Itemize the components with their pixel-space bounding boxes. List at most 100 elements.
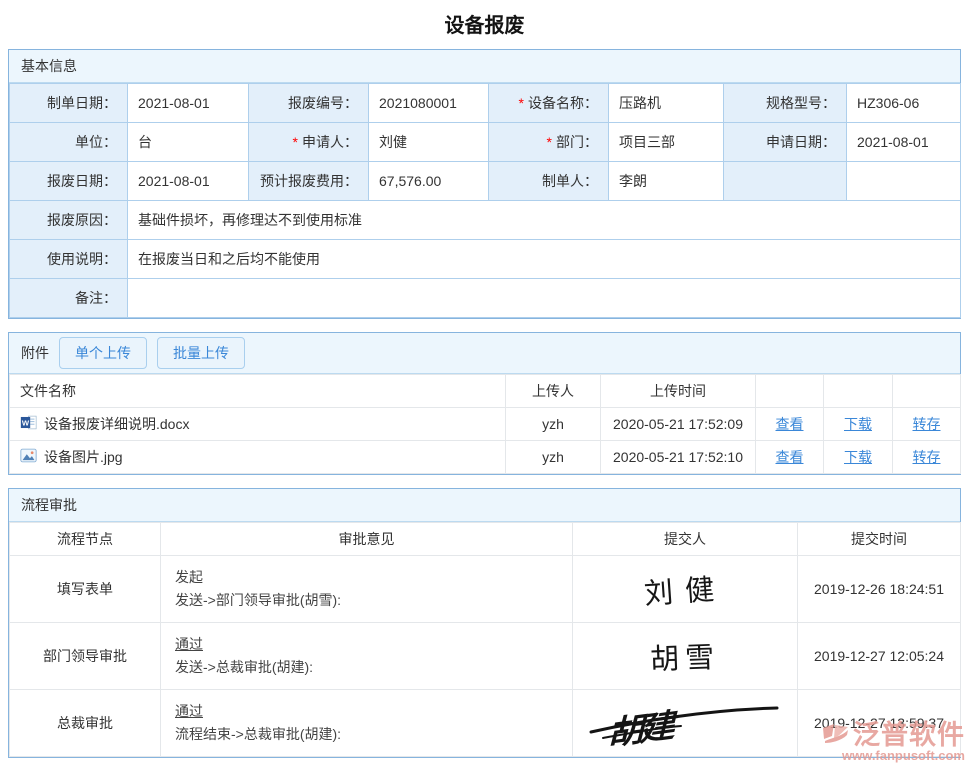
view-link[interactable]: 查看	[776, 449, 804, 465]
field-label-make-date: 制单日期：	[10, 84, 128, 123]
table-row: 单位： 台 *申请人： 刘健 *部门： 项目三部 申请日期： 2021-08-0…	[10, 123, 961, 162]
field-label-scrap-reason: 报废原因：	[10, 201, 128, 240]
field-label-usage-note: 使用说明：	[10, 240, 128, 279]
download-link[interactable]: 下载	[844, 449, 872, 465]
signature: 胡雪	[649, 634, 720, 678]
field-label-equipment-name: *设备名称：	[489, 84, 609, 123]
submit-time: 2019-12-27 12:05:24	[798, 623, 961, 690]
table-row: 部门领导审批 通过 发送->总裁审批(胡建): 胡雪 2019-12-27 12…	[10, 623, 961, 690]
field-value-usage-note: 在报废当日和之后均不能使用	[128, 240, 961, 279]
file-upload-time: 2020-05-21 17:52:09	[601, 408, 756, 441]
field-label-remark: 备注：	[10, 279, 128, 318]
approval-section-header: 流程审批	[9, 489, 960, 522]
submit-time: 2019-12-27 13:59:37	[798, 690, 961, 757]
field-value-remark	[128, 279, 961, 318]
field-label-applicant: *申请人：	[249, 123, 369, 162]
approval-result: 发起	[175, 566, 558, 589]
signature-flourish: 胡建	[585, 694, 785, 750]
column-header-action-3	[893, 375, 961, 408]
field-label-scrap-no: 报废编号：	[249, 84, 369, 123]
field-label-estimated-cost: 预计报废费用：	[249, 162, 369, 201]
submit-time: 2019-12-26 18:24:51	[798, 556, 961, 623]
field-value-maker: 李朗	[609, 162, 724, 201]
file-uploader: yzh	[506, 408, 601, 441]
signature: 刘健	[643, 565, 728, 613]
field-value-scrap-date: 2021-08-01	[128, 162, 249, 201]
field-value-scrap-no: 2021080001	[369, 84, 489, 123]
basic-info-section-title: 基本信息	[21, 56, 77, 76]
file-upload-time: 2020-05-21 17:52:10	[601, 441, 756, 474]
column-header-upload-time: 上传时间	[601, 375, 756, 408]
field-value-apply-date: 2021-08-01	[847, 123, 961, 162]
table-row: 报废原因： 基础件损坏，再修理达不到使用标准	[10, 201, 961, 240]
field-label-spec-model: 规格型号：	[724, 84, 847, 123]
field-label-unit: 单位：	[10, 123, 128, 162]
field-value-department: 项目三部	[609, 123, 724, 162]
flow-node: 总裁审批	[10, 690, 161, 757]
single-upload-button[interactable]: 单个上传	[59, 337, 147, 369]
approval-detail: 发送->部门领导审批(胡雪):	[175, 589, 558, 612]
page-title: 设备报废	[0, 0, 969, 49]
column-header-uploader: 上传人	[506, 375, 601, 408]
column-header-file-name: 文件名称	[10, 375, 506, 408]
column-header-opinion: 审批意见	[161, 523, 573, 556]
table-row: W 设备报废详细说明.docx yzh 2020-05-21 17:52:09 …	[10, 408, 961, 441]
basic-info-section-header: 基本信息	[9, 50, 960, 83]
required-asterisk: *	[519, 95, 524, 111]
table-row: 制单日期： 2021-08-01 报废编号： 2021080001 *设备名称：…	[10, 84, 961, 123]
field-value-estimated-cost: 67,576.00	[369, 162, 489, 201]
file-name: 设备报废详细说明.docx	[44, 414, 189, 434]
basic-info-table: 制单日期： 2021-08-01 报废编号： 2021080001 *设备名称：…	[9, 83, 961, 318]
approval-result[interactable]: 通过	[175, 703, 203, 719]
field-value-spec-model: HZ306-06	[847, 84, 961, 123]
field-value-applicant: 刘健	[369, 123, 489, 162]
required-asterisk: *	[547, 134, 552, 150]
download-link[interactable]: 下载	[844, 416, 872, 432]
field-label-apply-date: 申请日期：	[724, 123, 847, 162]
svg-text:W: W	[22, 418, 30, 427]
approval-detail: 流程结束->总裁审批(胡建):	[175, 723, 558, 746]
view-link[interactable]: 查看	[776, 416, 804, 432]
attachments-panel: 附件 单个上传 批量上传 文件名称 上传人 上传时间	[8, 332, 961, 475]
field-label-empty	[724, 162, 847, 201]
transfer-link[interactable]: 转存	[913, 416, 941, 432]
field-value-scrap-reason: 基础件损坏，再修理达不到使用标准	[128, 201, 961, 240]
file-name: 设备图片.jpg	[44, 447, 123, 467]
column-header-action-1	[756, 375, 824, 408]
table-header-row: 流程节点 审批意见 提交人 提交时间	[10, 523, 961, 556]
attachments-section-title: 附件	[21, 343, 49, 363]
approval-detail: 发送->总裁审批(胡建):	[175, 656, 558, 679]
field-value-empty	[847, 162, 961, 201]
word-file-icon: W	[20, 414, 37, 434]
field-value-equipment-name: 压路机	[609, 84, 724, 123]
approval-table: 流程节点 审批意见 提交人 提交时间 填写表单 发起 发送->部门领导审批(胡雪…	[9, 522, 961, 757]
column-header-action-2	[824, 375, 893, 408]
field-label-maker: 制单人：	[489, 162, 609, 201]
table-row: 填写表单 发起 发送->部门领导审批(胡雪): 刘健 2019-12-26 18…	[10, 556, 961, 623]
field-value-unit: 台	[128, 123, 249, 162]
approval-panel: 流程审批 流程节点 审批意见 提交人 提交时间 填写表单 发起 发送->部门领导…	[8, 488, 961, 758]
approval-result[interactable]: 通过	[175, 636, 203, 652]
basic-info-panel: 基本信息 制单日期： 2021-08-01 报废编号： 2021080001 *…	[8, 49, 961, 319]
attachments-section-header: 附件 单个上传 批量上传	[9, 333, 960, 374]
flow-node: 部门领导审批	[10, 623, 161, 690]
table-row: 备注：	[10, 279, 961, 318]
file-uploader: yzh	[506, 441, 601, 474]
column-header-submitter: 提交人	[573, 523, 798, 556]
field-label-department: *部门：	[489, 123, 609, 162]
image-file-icon	[20, 447, 37, 467]
table-row: 总裁审批 通过 流程结束->总裁审批(胡建): 胡建 2019-12-27 13…	[10, 690, 961, 757]
table-row: 使用说明： 在报废当日和之后均不能使用	[10, 240, 961, 279]
field-label-scrap-date: 报废日期：	[10, 162, 128, 201]
table-row: 报废日期： 2021-08-01 预计报废费用： 67,576.00 制单人： …	[10, 162, 961, 201]
approval-section-title: 流程审批	[21, 495, 77, 515]
column-header-flow-node: 流程节点	[10, 523, 161, 556]
required-asterisk: *	[293, 134, 298, 150]
attachments-table: 文件名称 上传人 上传时间 W	[9, 374, 961, 474]
flow-node: 填写表单	[10, 556, 161, 623]
table-row: 设备图片.jpg yzh 2020-05-21 17:52:10 查看 下载 转…	[10, 441, 961, 474]
batch-upload-button[interactable]: 批量上传	[157, 337, 245, 369]
column-header-submit-time: 提交时间	[798, 523, 961, 556]
field-value-make-date: 2021-08-01	[128, 84, 249, 123]
transfer-link[interactable]: 转存	[913, 449, 941, 465]
